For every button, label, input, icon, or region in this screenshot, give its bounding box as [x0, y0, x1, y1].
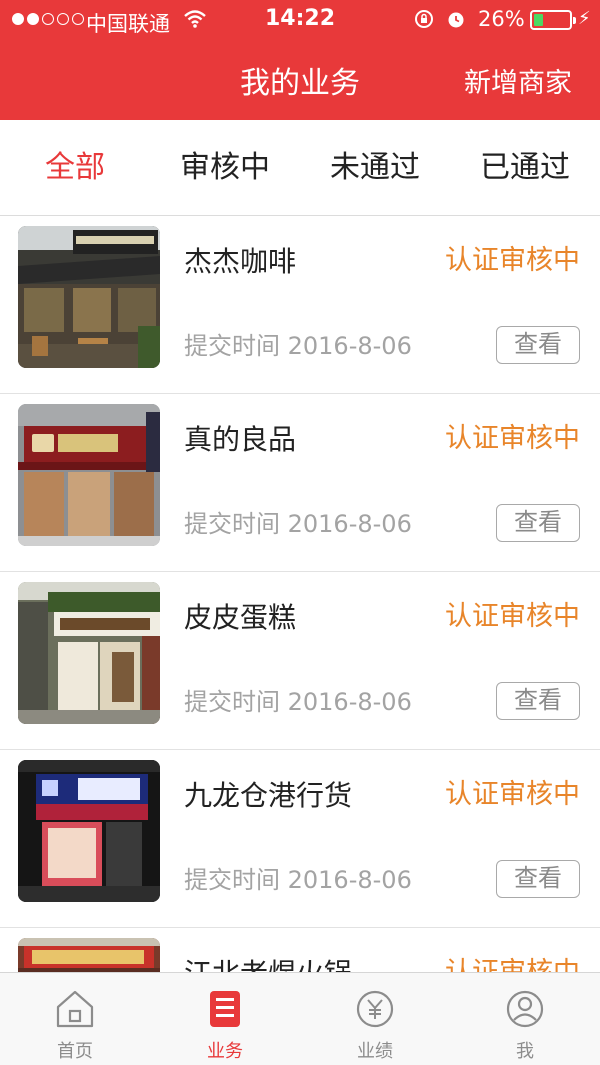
view-button[interactable]: 查看 [496, 860, 580, 898]
view-button[interactable]: 查看 [496, 682, 580, 720]
view-button[interactable]: 查看 [496, 504, 580, 542]
tab-reviewing[interactable]: 审核中 [150, 120, 300, 215]
tabbar-me[interactable]: 我 [450, 973, 600, 1065]
status-bar: 中国联通 14:22 26% ⚡ [0, 0, 600, 40]
coffee-shop-photo [18, 226, 160, 368]
filter-tabs: 全部 审核中 未通过 已通过 [0, 120, 600, 216]
yuan-icon [356, 990, 394, 1028]
user-icon [506, 990, 544, 1028]
retail-store-photo [18, 760, 160, 902]
list-item[interactable]: 江北老煜火锅 认证审核中 [0, 928, 600, 972]
battery-icon [530, 10, 576, 30]
business-list-icon [210, 991, 240, 1027]
list-item[interactable]: 真的良品 认证审核中 提交时间 2016-8-06 查看 [0, 394, 600, 572]
merchant-name: 皮皮蛋糕 [184, 601, 297, 634]
merchant-name: 真的良品 [184, 423, 297, 456]
tabbar-label: 首页 [57, 1041, 93, 1062]
status-badge: 认证审核中 [445, 245, 580, 276]
tabbar-home[interactable]: 首页 [0, 973, 150, 1065]
status-badge: 认证审核中 [445, 950, 580, 972]
merchant-name: 杰杰咖啡 [184, 245, 297, 278]
bottom-tab-bar: 首页 业务 业绩 我 [0, 972, 600, 1065]
tabbar-label: 业务 [207, 1041, 243, 1062]
charging-icon: ⚡ [578, 8, 591, 29]
tabbar-label: 业绩 [357, 1041, 393, 1062]
rotation-lock-icon [415, 10, 433, 28]
grocery-store-photo [18, 404, 160, 546]
battery-percent: 26% [478, 7, 525, 31]
status-badge: 认证审核中 [445, 423, 580, 454]
status-badge: 认证审核中 [445, 601, 580, 632]
submit-time: 提交时间 2016-8-06 [184, 510, 412, 538]
home-icon [56, 990, 94, 1028]
list-item[interactable]: 杰杰咖啡 认证审核中 提交时间 2016-8-06 查看 [0, 216, 600, 394]
merchant-name: 江北老煜火锅 [184, 952, 352, 972]
tab-approved[interactable]: 已通过 [450, 120, 600, 215]
status-badge: 认证审核中 [445, 779, 580, 810]
restaurant-photo [18, 938, 160, 972]
list-item[interactable]: 九龙仓港行货 认证审核中 提交时间 2016-8-06 查看 [0, 750, 600, 928]
top-bar: 中国联通 14:22 26% ⚡ 我的业务 新增商家 [0, 0, 600, 120]
submit-time: 提交时间 2016-8-06 [184, 332, 412, 360]
submit-time: 提交时间 2016-8-06 [184, 866, 412, 894]
list-item[interactable]: 皮皮蛋糕 认证审核中 提交时间 2016-8-06 查看 [0, 572, 600, 750]
merchant-name: 九龙仓港行货 [184, 779, 353, 812]
tab-rejected[interactable]: 未通过 [300, 120, 450, 215]
tabbar-performance[interactable]: 业绩 [300, 973, 450, 1065]
tab-all[interactable]: 全部 [0, 120, 150, 215]
alarm-icon [448, 12, 464, 28]
add-merchant-button[interactable]: 新增商家 [464, 61, 572, 100]
view-button[interactable]: 查看 [496, 326, 580, 364]
tabbar-business[interactable]: 业务 [150, 973, 300, 1065]
bakery-photo [18, 582, 160, 724]
submit-time: 提交时间 2016-8-06 [184, 688, 412, 716]
merchant-list[interactable]: 杰杰咖啡 认证审核中 提交时间 2016-8-06 查看 真的良品 认证审核中 … [0, 216, 600, 972]
tabbar-label: 我 [516, 1041, 534, 1062]
